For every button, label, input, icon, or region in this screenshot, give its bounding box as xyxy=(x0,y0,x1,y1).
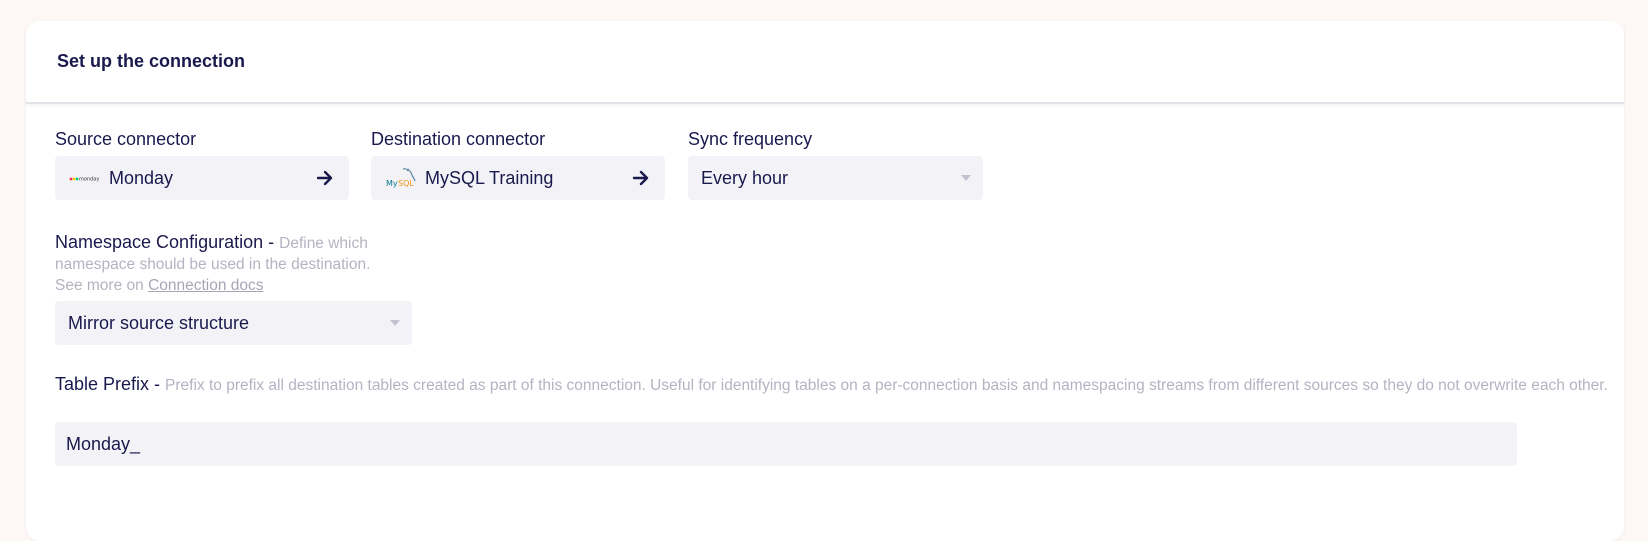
source-connector-field[interactable]: monday Monday xyxy=(55,156,349,200)
table-prefix-label: Table Prefix - xyxy=(55,374,166,394)
chevron-down-icon xyxy=(390,320,400,326)
table-prefix-value: Monday_ xyxy=(66,433,141,454)
table-prefix-help-text: Prefix to prefix all destination tables … xyxy=(165,377,1608,394)
destination-connector-field[interactable]: My SQL MySQL Training xyxy=(371,156,665,200)
chevron-down-icon xyxy=(961,175,971,181)
source-connector-name: Monday xyxy=(109,167,174,188)
namespace-configuration-label: Namespace Configuration - xyxy=(55,232,280,252)
svg-text:monday: monday xyxy=(79,177,99,183)
connection-docs-link[interactable]: Connection docs xyxy=(148,277,263,294)
connection-setup-card: Set up the connection Source connector m… xyxy=(26,21,1624,541)
monday-logo-icon: monday xyxy=(69,172,101,184)
source-connector-label: Source connector xyxy=(55,129,197,149)
arrow-right-icon[interactable] xyxy=(315,167,335,189)
sync-frequency-label: Sync frequency xyxy=(688,129,813,149)
namespace-configuration-label-group: Namespace Configuration - Define which n… xyxy=(55,232,400,296)
destination-connector-name: MySQL Training xyxy=(425,167,554,188)
card-header: Set up the connection xyxy=(26,21,1624,104)
sync-frequency-value: Every hour xyxy=(701,167,789,188)
arrow-right-icon[interactable] xyxy=(631,167,651,189)
card-title: Set up the connection xyxy=(57,51,246,71)
sync-frequency-select[interactable]: Every hour xyxy=(688,156,983,200)
table-prefix-input[interactable]: Monday_ xyxy=(55,422,1517,466)
svg-text:SQL: SQL xyxy=(398,179,414,188)
namespace-configuration-select[interactable]: Mirror source structure xyxy=(55,301,412,345)
namespace-configuration-value: Mirror source structure xyxy=(68,312,250,333)
see-more-text: See more on xyxy=(55,277,149,294)
mysql-logo-icon: My SQL xyxy=(386,168,416,188)
table-prefix-label-group: Table Prefix - Prefix to prefix all dest… xyxy=(55,374,1620,396)
svg-text:My: My xyxy=(386,179,398,188)
destination-connector-label: Destination connector xyxy=(371,129,546,149)
